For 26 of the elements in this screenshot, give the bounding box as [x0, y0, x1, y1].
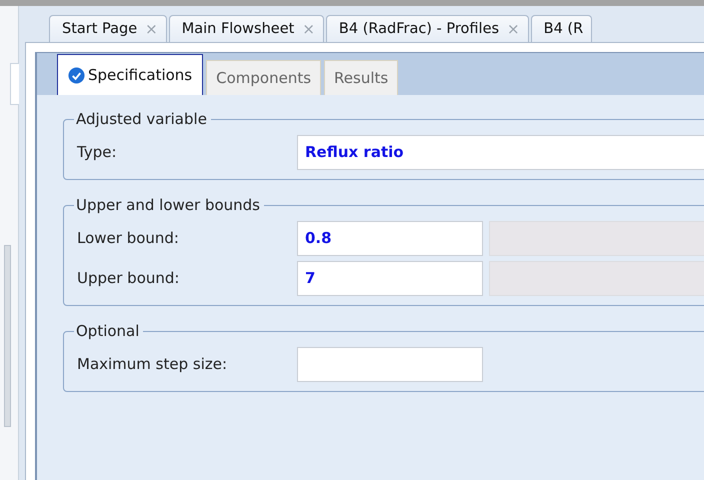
tab-label: Specifications: [88, 66, 192, 84]
tab-label: Start Page: [62, 21, 138, 37]
input-field[interactable]: Reflux ratio: [297, 134, 704, 170]
form-tab[interactable]: Components: [206, 60, 322, 95]
form-tab[interactable]: Specifications: [57, 54, 204, 95]
document-tab[interactable]: B4 (RadFrac) - Profiles ×: [326, 15, 529, 42]
tab-label: Main Flowsheet: [182, 21, 294, 37]
group-title: Adjusted variable: [75, 110, 208, 128]
scrollbar[interactable]: [4, 245, 11, 427]
document-tab[interactable]: B4 (R: [530, 15, 592, 42]
tab-label: B4 (R: [544, 21, 584, 37]
tab-label: B4 (RadFrac) - Profiles: [338, 21, 500, 37]
document-tab[interactable]: Start Page ×: [49, 15, 167, 42]
input-field[interactable]: [297, 346, 483, 382]
group-title: Upper and lower bounds: [75, 196, 261, 214]
form-tab[interactable]: Results: [324, 60, 398, 95]
tab-label: Results: [334, 69, 388, 87]
group-title: Optional: [75, 322, 140, 340]
tab-label: Components: [216, 69, 312, 87]
field-label: Maximum step size:: [77, 355, 228, 373]
field-label: Lower bound:: [77, 229, 180, 247]
document-tab[interactable]: Main Flowsheet ×: [168, 15, 324, 42]
field-label: Type:: [77, 143, 118, 161]
input-field[interactable]: 7: [297, 260, 483, 296]
field-label: Upper bound:: [77, 269, 180, 287]
input-field[interactable]: 0.8: [297, 220, 483, 256]
